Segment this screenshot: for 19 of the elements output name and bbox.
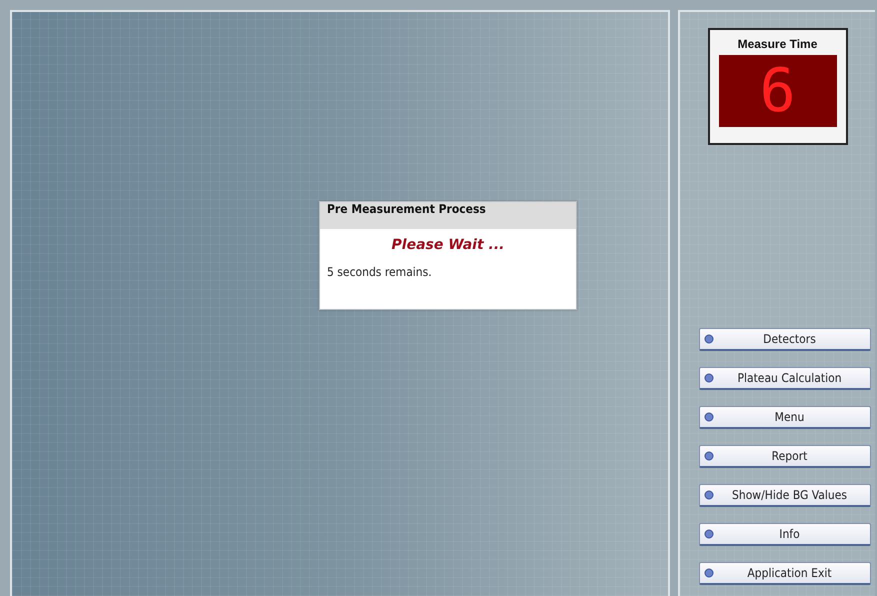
side-button[interactable]: Report bbox=[698, 445, 870, 468]
side-button[interactable]: Detectors bbox=[698, 328, 870, 351]
side-button[interactable]: Plateau Calculation bbox=[698, 367, 870, 390]
dialog-message: 5 seconds remains. bbox=[327, 265, 433, 279]
dot-icon bbox=[704, 451, 714, 461]
side-button[interactable]: Info bbox=[698, 523, 870, 546]
dialog-title: Pre Measurement Process bbox=[320, 202, 576, 229]
side-button[interactable]: Show/Hide BG Values bbox=[698, 484, 870, 507]
dot-icon bbox=[704, 334, 714, 344]
timer-display: 6 bbox=[718, 55, 836, 127]
dot-icon bbox=[704, 373, 714, 383]
dialog-status: Please Wait ... bbox=[390, 237, 506, 253]
timer-label: Measure Time bbox=[738, 37, 818, 51]
dot-icon bbox=[704, 529, 714, 539]
side-button[interactable]: Application Exit bbox=[698, 562, 870, 585]
dot-icon bbox=[704, 568, 714, 578]
dot-icon bbox=[704, 412, 714, 422]
dot-icon bbox=[704, 490, 714, 500]
side-button[interactable]: Menu bbox=[698, 406, 870, 429]
